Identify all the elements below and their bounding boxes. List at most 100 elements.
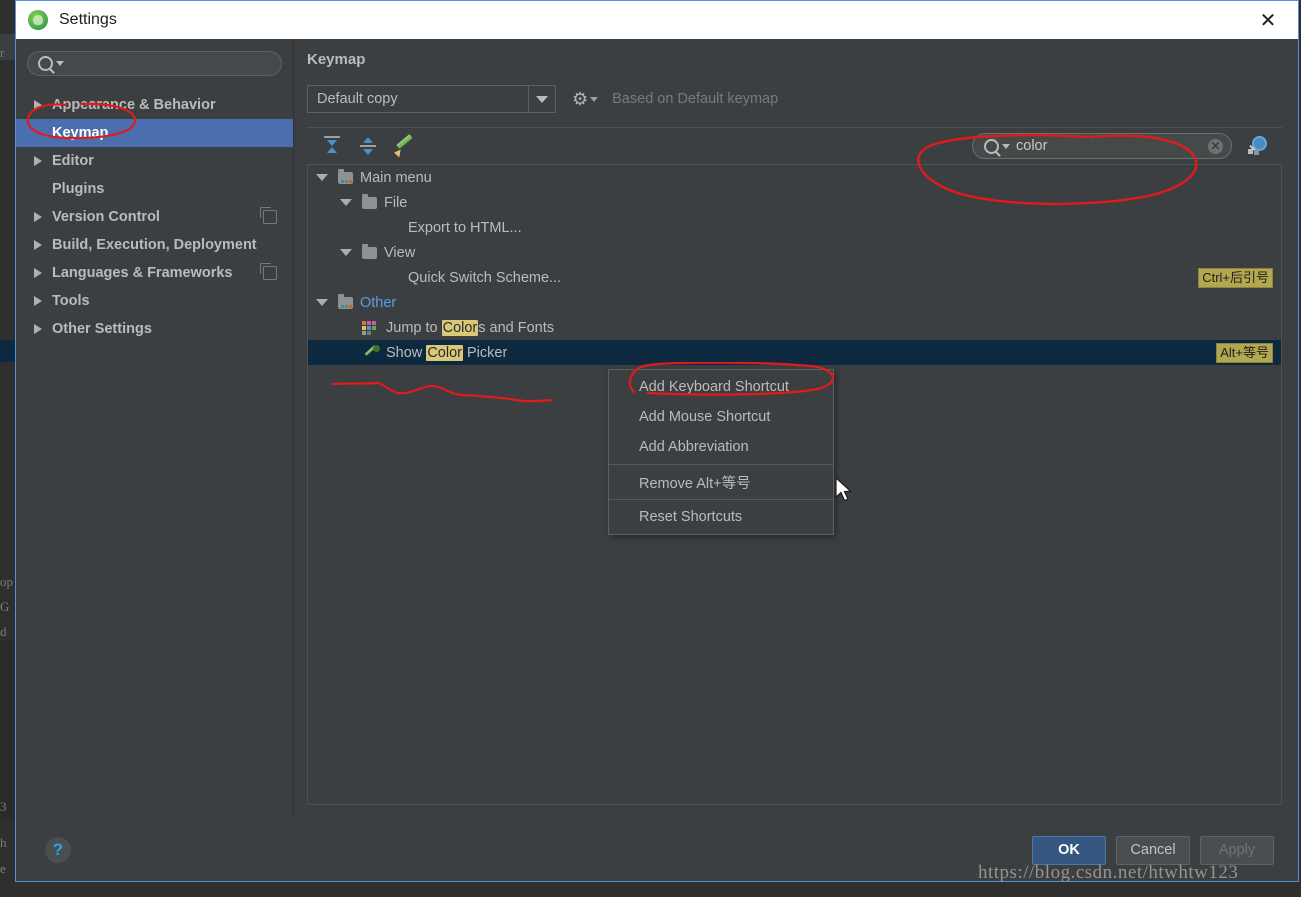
sidebar-item-label: Keymap [52, 125, 109, 141]
android-studio-icon [28, 10, 48, 30]
keymap-toolbar: ✕ [307, 128, 1282, 164]
tree-row[interactable]: Quick Switch Scheme... Ctrl+后引号 [308, 265, 1281, 290]
sidebar-item-label: Languages & Frameworks [52, 265, 233, 281]
collapse-all-icon[interactable] [357, 135, 381, 157]
tree-row-label: Show Color Picker [386, 344, 508, 361]
chevron-right-icon[interactable] [34, 296, 42, 306]
tree-row-label-text: File [384, 194, 408, 211]
tree-row-label: Jump to Colors and Fonts [386, 319, 555, 336]
sidebar-item-label: Version Control [52, 209, 160, 225]
sidebar-item-appearance-behavior[interactable]: Appearance & Behavior [16, 91, 293, 119]
chevron-down-icon[interactable] [316, 299, 328, 306]
cancel-button[interactable]: Cancel [1116, 835, 1190, 865]
pencil-icon[interactable] [393, 134, 415, 158]
chevron-down-icon [56, 61, 64, 66]
menu-item-reset-shortcuts[interactable]: Reset Shortcuts [609, 502, 833, 532]
shortcut-context-menu[interactable]: Add Keyboard Shortcut Add Mouse Shortcut A… [608, 369, 834, 535]
tree-row-label-suffix: s and Fonts [478, 319, 555, 336]
tree-row-label-suffix: Picker [462, 344, 508, 361]
mouse-cursor [836, 478, 852, 502]
chevron-right-icon[interactable] [34, 212, 42, 222]
sidebar-category-list: Appearance & Behavior Keymap Editor Plugins… [16, 86, 293, 819]
search-icon [984, 138, 999, 154]
clear-search-icon[interactable]: ✕ [1208, 138, 1223, 154]
sidebar-item-keymap[interactable]: Keymap [16, 119, 293, 147]
sidebar-item-label: Appearance & Behavior [52, 97, 216, 113]
menu-item-add-mouse-shortcut[interactable]: Add Mouse Shortcut [609, 402, 833, 432]
sidebar-item-plugins[interactable]: Plugins [16, 175, 293, 203]
apply-button[interactable]: Apply [1200, 835, 1274, 865]
folder-icon [362, 243, 377, 259]
tree-row-label: Quick Switch Scheme... [408, 270, 561, 286]
menu-item-add-abbreviation[interactable]: Add Abbreviation [609, 432, 833, 462]
menu-separator [609, 499, 833, 500]
keymap-search-input[interactable] [1014, 137, 1208, 155]
keymap-settings-button[interactable]: ⚙ [572, 90, 599, 108]
jump-to-colors-icon [362, 320, 380, 335]
chevron-down-icon [1002, 143, 1010, 149]
chevron-right-icon[interactable] [34, 240, 42, 250]
search-match-highlight: Color [441, 319, 479, 336]
search-match-highlight: Color [426, 344, 463, 361]
shortcut-badge: Ctrl+后引号 [1198, 268, 1273, 288]
tree-row[interactable]: Jump to Colors and Fonts [308, 315, 1281, 340]
tree-row[interactable]: Export to HTML... [308, 215, 1281, 240]
tree-row-label: File [384, 195, 407, 211]
sidebar-item-languages-frameworks[interactable]: Languages & Frameworks [16, 259, 293, 287]
menu-item-remove-alt[interactable]: Remove Alt+等号 [609, 467, 833, 497]
find-actions-icon[interactable] [1246, 135, 1268, 157]
keymap-combobox-value: Default copy [317, 91, 398, 107]
keymap-search-box[interactable]: ✕ [972, 133, 1232, 159]
sidebar-item-editor[interactable]: Editor [16, 147, 293, 175]
copy-settings-icon[interactable] [260, 207, 277, 224]
chevron-down-icon[interactable] [340, 199, 352, 206]
sidebar-item-label: Plugins [52, 181, 105, 197]
based-on-label: Based on Default keymap [612, 91, 779, 107]
close-icon[interactable]: ✕ [1256, 9, 1280, 33]
window-title: Settings [59, 11, 117, 28]
watermark-text: https://blog.csdn.net/htwhtw123 [978, 862, 1239, 883]
tree-row[interactable]: File [308, 190, 1281, 215]
dialog-titlebar: Settings ✕ [16, 1, 1298, 39]
sidebar-item-label: Editor [52, 153, 94, 169]
tree-row[interactable]: Other [308, 290, 1281, 315]
chevron-right-icon[interactable] [34, 324, 42, 334]
sidebar-item-label: Other Settings [52, 321, 152, 337]
tree-row-label-text: View [384, 244, 416, 261]
tree-row-label-text: Export to HTML... [408, 219, 522, 236]
sidebar-search-input[interactable] [69, 54, 271, 73]
keymap-combobox[interactable]: Default copy [307, 85, 556, 113]
chevron-down-icon[interactable] [528, 86, 555, 112]
menu-item-add-keyboard-shortcut[interactable]: Add Keyboard Shortcut [609, 372, 833, 402]
tree-row-label-text: Quick Switch Scheme... [408, 269, 562, 286]
tree-row-label-text: Jump to [386, 319, 442, 336]
tree-row[interactable]: View [308, 240, 1281, 265]
menu-separator [609, 464, 833, 465]
sidebar-item-build-execution-deployment[interactable]: Build, Execution, Deployment [16, 231, 293, 259]
chevron-down-icon[interactable] [340, 249, 352, 256]
tree-row-label-text: Main menu [360, 169, 432, 186]
sidebar-item-other-settings[interactable]: Other Settings [16, 315, 293, 343]
tree-row[interactable]: Show Color Picker Alt+等号 [308, 340, 1281, 365]
other-folder-icon [338, 293, 353, 309]
sidebar-item-version-control[interactable]: Version Control [16, 203, 293, 231]
chevron-down-icon [590, 96, 599, 102]
main-menu-folder-icon [338, 168, 353, 184]
settings-sidebar: Appearance & Behavior Keymap Editor Plugins… [16, 39, 294, 819]
tree-row-label: Export to HTML... [408, 220, 522, 236]
expand-all-icon[interactable] [321, 135, 345, 157]
tree-row[interactable]: Main menu [308, 165, 1281, 190]
help-button[interactable]: ? [45, 837, 71, 863]
color-picker-icon [362, 344, 380, 361]
chevron-right-icon[interactable] [34, 268, 42, 278]
chevron-right-icon[interactable] [34, 156, 42, 166]
sidebar-search-box[interactable] [27, 51, 282, 76]
sidebar-item-tools[interactable]: Tools [16, 287, 293, 315]
tree-row-label: View [384, 245, 415, 261]
ok-button[interactable]: OK [1032, 835, 1106, 865]
chevron-down-icon[interactable] [316, 174, 328, 181]
chevron-right-icon[interactable] [34, 100, 42, 110]
footer-button-group: OK Cancel Apply [1032, 835, 1274, 865]
page-title: Keymap [307, 51, 366, 68]
copy-settings-icon[interactable] [260, 263, 277, 280]
